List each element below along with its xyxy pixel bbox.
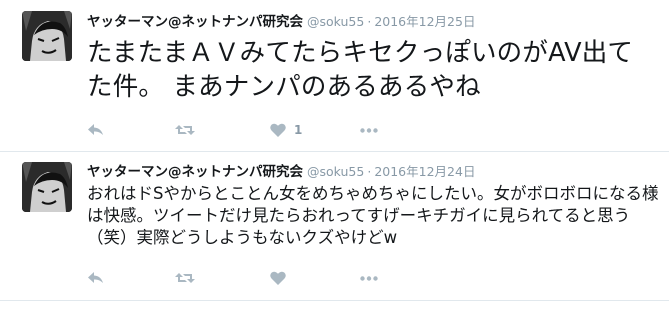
retweet-button[interactable] (175, 268, 195, 288)
more-icon (360, 275, 378, 281)
like-count: 1 (294, 123, 303, 137)
tweet-header: ヤッターマン@ネットナンパ研究会 @soku55 · 2016年12月25日 (87, 14, 475, 31)
reply-icon (87, 271, 104, 285)
retweet-icon (175, 271, 195, 285)
like-icon (270, 271, 286, 285)
reply-icon (87, 123, 104, 137)
display-name[interactable]: ヤッターマン@ネットナンパ研究会 (87, 14, 303, 30)
more-icon (360, 127, 378, 133)
like-button[interactable] (270, 268, 286, 288)
avatar[interactable] (22, 162, 72, 212)
like-icon (270, 123, 286, 137)
tweet-header: ヤッターマン@ネットナンパ研究会 @soku55 · 2016年12月24日 (87, 164, 475, 181)
retweet-button[interactable] (175, 120, 195, 140)
tweet-date[interactable]: 2016年12月24日 (374, 164, 475, 179)
display-name[interactable]: ヤッターマン@ネットナンパ研究会 (87, 164, 303, 180)
reply-button[interactable] (87, 120, 104, 140)
more-button[interactable] (360, 120, 378, 140)
user-handle[interactable]: @soku55 (307, 14, 364, 29)
tweet-date[interactable]: 2016年12月25日 (374, 14, 475, 29)
like-button[interactable]: 1 (270, 120, 302, 140)
separator: · (367, 164, 372, 179)
separator: · (367, 14, 372, 29)
tweet-text: おれはドSやからとことん女をめちゃめちゃにしたい。女がボロボロになる様は快感。ツ… (87, 184, 659, 247)
more-button[interactable] (360, 268, 378, 288)
retweet-icon (175, 123, 195, 137)
user-handle[interactable]: @soku55 (307, 164, 364, 179)
reply-button[interactable] (87, 268, 104, 288)
tweet-text: たまたまＡＶみてたらキセクっぽいのがAV出てた件。 まあナンパのあるあるやね (87, 38, 634, 102)
tweet[interactable]: ヤッターマン@ネットナンパ研究会 @soku55 · 2016年12月24日 おれはド… (0, 152, 669, 298)
divider (0, 300, 669, 301)
avatar[interactable] (22, 11, 72, 61)
tweet[interactable]: ヤッターマン@ネットナンパ研究会 @soku55 · 2016年12月25日 たまたま… (0, 0, 669, 150)
